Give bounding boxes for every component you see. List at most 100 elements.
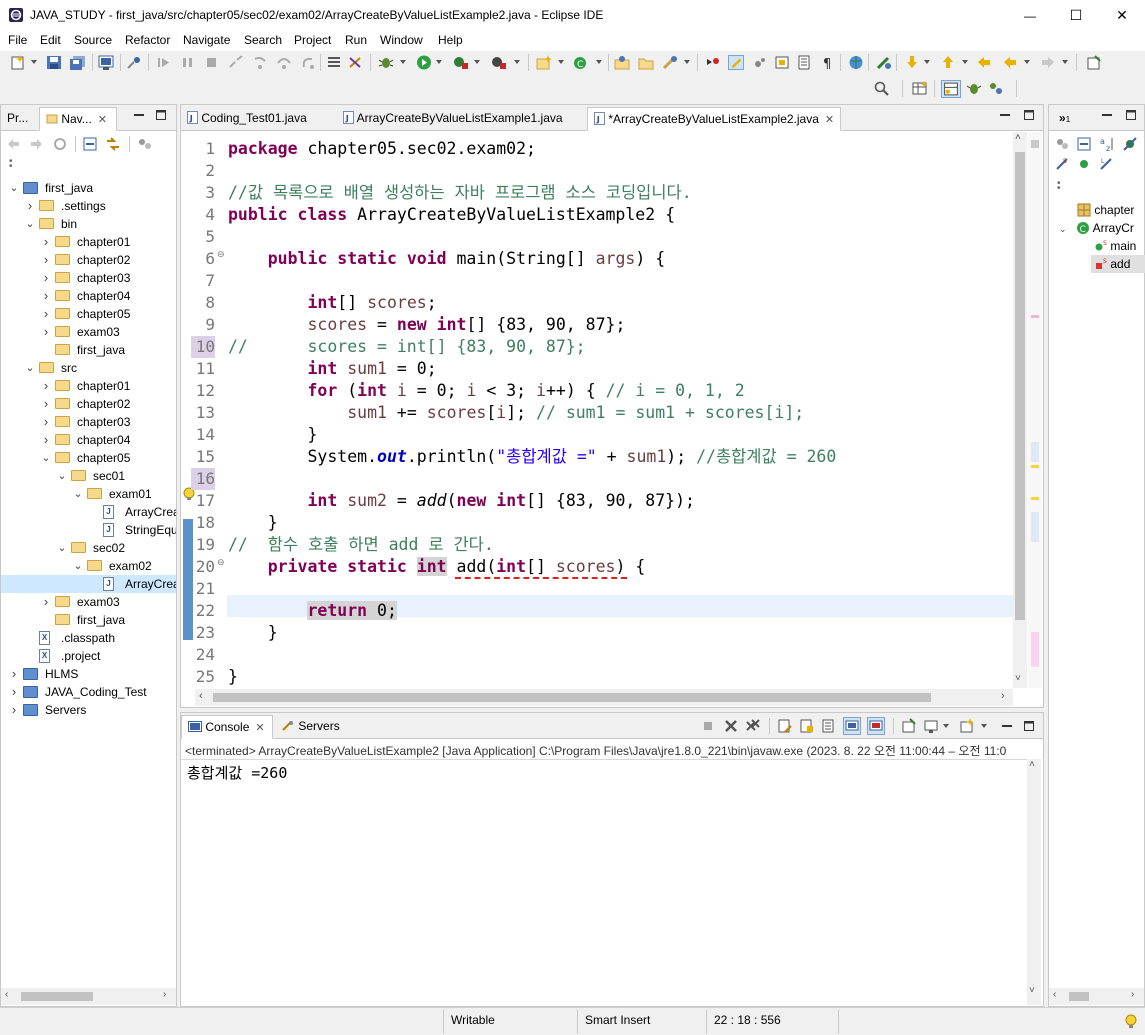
save-icon[interactable]	[46, 55, 62, 70]
remove-all-launches-icon[interactable]	[745, 718, 761, 734]
tree-item[interactable]: ⌄ exam02	[1, 557, 176, 575]
fold-icon[interactable]: ⊖	[217, 249, 225, 260]
scroll-up-icon[interactable]: ˄	[1015, 132, 1021, 143]
show-console-on-output-icon[interactable]	[843, 717, 861, 735]
search-icon[interactable]	[874, 81, 890, 96]
coverage-dropdown-icon[interactable]	[474, 60, 480, 64]
suspend-icon[interactable]	[180, 55, 196, 70]
chevron-right-icon[interactable]: ›	[9, 683, 19, 701]
next-annotation-dropdown-icon[interactable]	[924, 60, 930, 64]
chevron-right-icon[interactable]: ›	[9, 665, 19, 683]
save-all-icon[interactable]	[70, 55, 86, 70]
tree-item[interactable]: J StringEqu	[1, 521, 176, 539]
scroll-up-icon[interactable]: ˄	[1029, 759, 1035, 770]
hide-nonpublic-icon[interactable]	[1077, 157, 1091, 171]
code-line[interactable]: }	[228, 424, 317, 446]
scroll-thumb[interactable]	[213, 693, 931, 702]
menu-help[interactable]: Help	[438, 33, 463, 47]
view-menu-dots[interactable]: • •	[9, 157, 13, 172]
code-line[interactable]: scores = new int[] {83, 90, 87};	[228, 314, 625, 336]
overview-marker[interactable]	[1031, 512, 1039, 542]
tab-servers[interactable]: Servers	[275, 715, 349, 739]
step-over-icon[interactable]	[276, 55, 292, 70]
new-class-dropdown-icon[interactable]	[596, 60, 602, 64]
tree-item[interactable]: J ArrayCrea	[1, 503, 176, 521]
overview-summary-icon[interactable]	[1031, 140, 1039, 148]
console-vertical-scrollbar[interactable]: ˄ ˅	[1027, 759, 1041, 1005]
tree-item[interactable]: ⌄ bin	[1, 215, 176, 233]
insert-mode-status[interactable]: Smart Insert	[585, 1013, 650, 1027]
chevron-down-icon[interactable]: ⌄	[73, 485, 83, 503]
tab-example1[interactable]: J ArrayCreateByValueListExample1.java	[337, 107, 585, 131]
tree-item[interactable]: › chapter02	[1, 251, 176, 269]
debug-perspective-icon[interactable]	[966, 81, 982, 96]
word-wrap-icon[interactable]	[821, 718, 837, 734]
terminate-icon[interactable]	[204, 55, 220, 70]
code-line[interactable]: package chapter05.sec02.exam02;	[228, 138, 536, 160]
horizontal-scrollbar[interactable]: ‹ ›	[1, 988, 176, 1005]
new-icon[interactable]	[10, 55, 26, 70]
code-line[interactable]: }	[228, 666, 238, 688]
maximize-outline-button[interactable]	[1125, 109, 1137, 124]
maximize-editor-button[interactable]	[1023, 109, 1035, 124]
hide-static-icon[interactable]: S	[1055, 157, 1069, 171]
minimize-button[interactable]: —	[1007, 0, 1053, 31]
overview-marker[interactable]	[1031, 315, 1039, 318]
tab-console[interactable]: Console ✕	[181, 715, 273, 739]
code-line[interactable]: return 0;	[228, 600, 397, 622]
menu-run[interactable]: Run	[345, 33, 367, 47]
globe-icon[interactable]	[848, 55, 864, 70]
menu-source[interactable]: Source	[74, 33, 112, 47]
git-icon[interactable]	[876, 55, 892, 70]
use-step-filters-icon[interactable]	[348, 55, 364, 70]
display-console-dropdown-icon[interactable]	[943, 724, 949, 728]
forward-icon[interactable]	[29, 137, 43, 151]
menu-search[interactable]: Search	[244, 33, 282, 47]
scroll-down-icon[interactable]: ˅	[1015, 673, 1021, 684]
maximize-button[interactable]: ☐	[1053, 0, 1099, 31]
chevron-right-icon[interactable]: ›	[41, 287, 51, 305]
view-menu-icon[interactable]	[137, 137, 153, 151]
outline-package[interactable]: chapter	[1077, 201, 1134, 219]
tree-item[interactable]: ⌄ first_java	[1, 179, 176, 197]
chevron-right-icon[interactable]: ›	[41, 323, 51, 341]
menu-window[interactable]: Window	[380, 33, 423, 47]
tree-item[interactable]: › chapter05	[1, 305, 176, 323]
block-selection-icon[interactable]	[774, 55, 790, 70]
chevron-right-icon[interactable]: ›	[41, 593, 51, 611]
code-area[interactable]: 1 package chapter05.sec02.exam02; 2 3//값 목록…	[181, 132, 1011, 688]
code-line[interactable]: private static int add(int[] scores) {	[228, 556, 645, 578]
outline-method-main[interactable]: S main	[1095, 237, 1136, 255]
tree-item[interactable]: › JAVA_Coding_Test	[1, 683, 176, 701]
code-line[interactable]: public class ArrayCreateByValueListExamp…	[228, 204, 675, 226]
git-perspective-icon[interactable]	[988, 81, 1004, 96]
cursor-position[interactable]: 22 : 18 : 556	[714, 1013, 781, 1027]
run-dropdown-icon[interactable]	[436, 60, 442, 64]
tree-item[interactable]: › Servers	[1, 701, 176, 719]
code-line[interactable]: public static void main(String[] args) {	[228, 248, 665, 270]
code-line[interactable]: System.out.println("총합계값 =" + sum1); //총…	[228, 446, 836, 468]
hide-fields-icon[interactable]	[1123, 137, 1137, 151]
menu-project[interactable]: Project	[294, 33, 331, 47]
scroll-left-icon[interactable]: ‹	[1053, 989, 1056, 1000]
hide-local-types-icon[interactable]: L	[1099, 157, 1113, 171]
annotation-icon[interactable]	[705, 55, 721, 70]
step-into-icon[interactable]	[252, 55, 268, 70]
chevron-right-icon[interactable]: ›	[41, 251, 51, 269]
next-annotation-icon[interactable]	[904, 55, 920, 70]
tree-item[interactable]: ⌄ sec01	[1, 467, 176, 485]
forward-dropdown-icon[interactable]	[1062, 60, 1068, 64]
back-icon[interactable]	[7, 137, 21, 151]
console-output[interactable]: 총합계값 =260	[187, 762, 287, 783]
close-icon[interactable]: ✕	[255, 722, 264, 734]
tree-item[interactable]: ⌄ chapter05	[1, 449, 176, 467]
code-line[interactable]: // 함수 호출 하면 add 로 간다.	[228, 534, 494, 556]
code-line[interactable]: int[] scores;	[228, 292, 436, 314]
drop-to-frame-icon[interactable]	[326, 55, 342, 70]
clear-console-icon[interactable]	[777, 718, 793, 734]
step-return-icon[interactable]	[300, 55, 316, 70]
editor-horizontal-scrollbar[interactable]: ‹ ›	[195, 689, 1013, 706]
chevron-right-icon[interactable]: ›	[9, 701, 19, 719]
maximize-view-button[interactable]	[155, 109, 167, 124]
previous-annotation-dropdown-icon[interactable]	[962, 60, 968, 64]
